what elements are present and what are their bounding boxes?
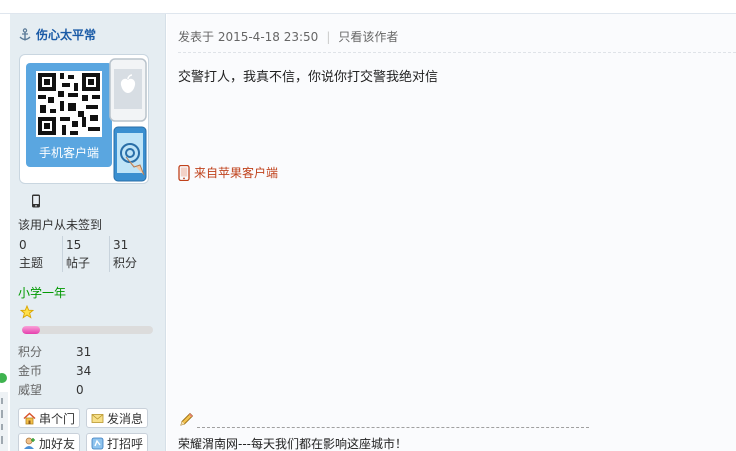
action-row-1: 串个门 发消息: [18, 408, 149, 428]
info-key: 金币: [18, 364, 43, 378]
side-toolbar-edge: [0, 373, 8, 451]
pencil-icon: [180, 412, 194, 426]
post-content: 发表于 2015-4-18 23:50 | 只看该作者 交警打人，我真不信，你说…: [167, 14, 736, 451]
stat-label: 积分: [113, 256, 138, 270]
info-key: 积分: [18, 345, 43, 359]
info-value: 34: [76, 364, 92, 378]
meta-divider: [178, 52, 736, 53]
stat-posts[interactable]: 15 帖子: [63, 236, 110, 272]
stat-value: 31: [113, 238, 129, 252]
stat-threads[interactable]: 0 主题: [16, 236, 63, 272]
meta-separator: |: [326, 29, 331, 44]
add-friend-icon: [24, 437, 35, 449]
user-rank-link[interactable]: 小学一年: [18, 284, 66, 301]
greet-button[interactable]: 打招呼: [86, 433, 149, 451]
action-row-2: 加好友 打招呼: [18, 433, 149, 451]
user-info-list: 积分 31 金币 34 威望 0: [18, 343, 158, 400]
button-label: 加好友: [39, 436, 76, 451]
info-row: 威望 0: [18, 381, 158, 400]
add-friend-button[interactable]: 加好友: [18, 433, 81, 451]
from-client-row: 来自苹果客户端: [178, 164, 278, 181]
top-border: [0, 0, 736, 14]
info-key: 威望: [18, 383, 43, 397]
stat-label: 帖子: [66, 256, 91, 270]
info-value: 0: [76, 383, 84, 397]
send-message-button[interactable]: 发消息: [86, 408, 149, 428]
greet-icon: [91, 437, 104, 449]
button-label: 发消息: [107, 411, 144, 426]
rank-progress-bar: [22, 326, 153, 334]
info-row: 金币 34: [18, 362, 158, 381]
author-block: 伤心太平常: [18, 26, 96, 43]
phone-illustration-icon: [109, 58, 147, 182]
from-client-link[interactable]: 来自苹果客户端: [194, 164, 278, 181]
button-label: 串个门: [39, 411, 76, 426]
mobile-client-qr[interactable]: 手机客户端: [19, 54, 149, 184]
only-author-link[interactable]: 只看该作者: [338, 28, 398, 45]
stat-points[interactable]: 31 积分: [110, 236, 156, 272]
user-sidebar: 伤心太平常 手机客户端 该用户从未签到 0 主题 15 帖子 31 积分 小学一…: [10, 14, 166, 451]
info-row: 积分 31: [18, 343, 158, 362]
signin-status: 该用户从未签到: [18, 218, 103, 232]
stat-value: 15: [66, 238, 82, 252]
user-stats: 0 主题 15 帖子 31 积分: [16, 236, 156, 272]
message-icon: [91, 413, 104, 423]
stat-value: 0: [19, 238, 27, 252]
author-name-link[interactable]: 伤心太平常: [36, 26, 96, 43]
post-meta: 发表于 2015-4-18 23:50 | 只看该作者: [178, 28, 398, 45]
visit-home-button[interactable]: 串个门: [18, 408, 81, 428]
phone-icon: [178, 164, 190, 181]
button-label: 打招呼: [107, 436, 144, 451]
anchor-icon: [19, 27, 31, 40]
star-icon: [20, 305, 34, 319]
signature-divider: [197, 427, 589, 428]
rank-progress-fill: [22, 326, 41, 334]
qr-label: 手机客户端: [38, 146, 99, 160]
signature-text: 荣耀渭南网---每天我们都在影响这座城市！: [178, 437, 407, 451]
info-value: 31: [76, 345, 92, 359]
home-icon: [23, 411, 36, 424]
qr-panel: 手机客户端: [26, 63, 112, 167]
stat-label: 主题: [19, 256, 44, 270]
mobile-phone-icon: [32, 194, 40, 208]
qr-code-image: [36, 71, 102, 137]
post-time: 发表于 2015-4-18 23:50: [178, 30, 319, 44]
post-body-text: 交警打人，我真不信，你说你打交警我绝对信: [178, 70, 439, 85]
